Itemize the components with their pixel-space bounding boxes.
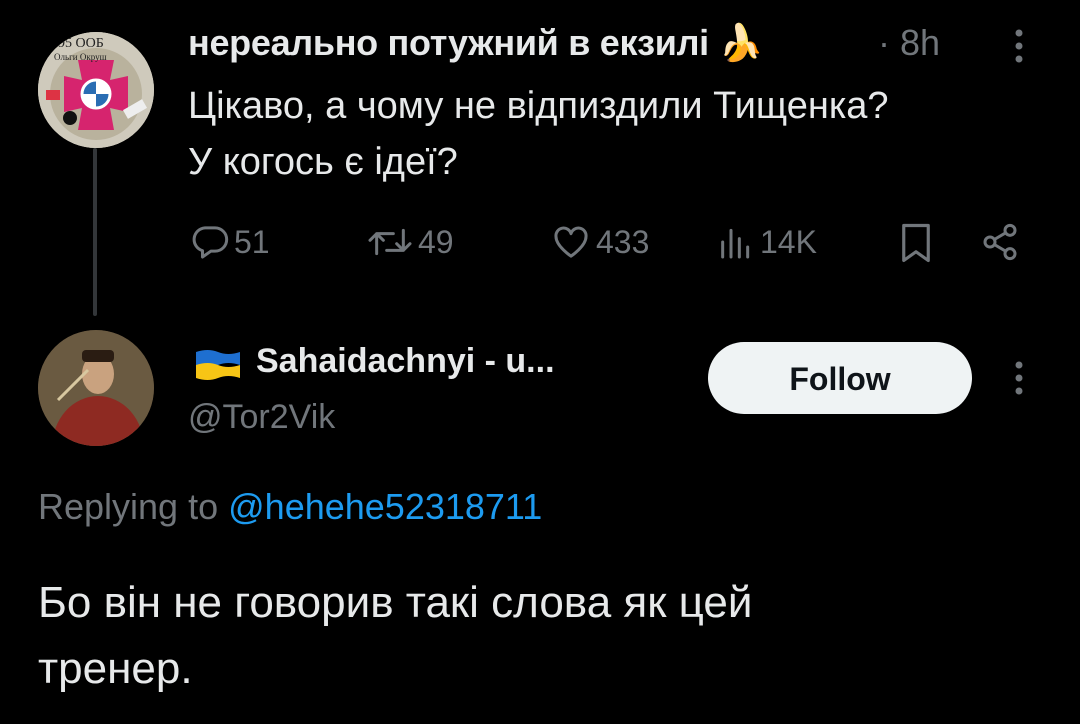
bookmark-icon <box>902 223 930 263</box>
follow-button[interactable]: Follow <box>708 342 972 414</box>
retweet-button[interactable]: 49 <box>366 222 454 262</box>
bookmark-button[interactable] <box>898 222 934 264</box>
reply-button[interactable]: 51 <box>190 222 270 262</box>
author-name[interactable]: Sahaidachnyi - u... <box>256 342 555 381</box>
mention-link[interactable]: @hehehe52318711 <box>228 486 542 527</box>
portrait-avatar-icon <box>38 330 154 446</box>
avatar-text: 95 ООБ <box>58 36 104 51</box>
retweet-count: 49 <box>418 223 454 260</box>
separator-dot: · <box>878 22 890 63</box>
tweet-text-line: Цікаво, а чому не відпиздили Тищенка? <box>188 85 889 127</box>
avatar-subtext: Ольги Окруш <box>54 52 107 62</box>
replying-to: Replying to @hehehe52318711 <box>38 486 542 528</box>
reply-icon <box>192 226 229 259</box>
retweet-icon <box>368 228 412 256</box>
more-options-icon[interactable] <box>1012 360 1026 401</box>
tweet-text-line: Бо він не говорив такі слова як цей <box>38 578 753 627</box>
ukraine-flag-icon <box>194 348 242 382</box>
tweet-text: Бо він не говорив такі слова як цей трен… <box>38 570 1038 702</box>
views-count: 14K <box>760 223 817 260</box>
tweet-time[interactable]: · 8h <box>878 22 940 64</box>
replying-to-label: Replying to <box>38 486 219 527</box>
like-button[interactable]: 433 <box>550 222 649 262</box>
avatar[interactable]: 95 ООБ Ольги Окруш <box>38 32 154 148</box>
views-button[interactable]: 14K <box>716 222 817 262</box>
reply-count: 51 <box>234 223 270 260</box>
banana-emoji: 🍌 <box>718 22 764 63</box>
author-handle[interactable]: @Tor2Vik <box>188 398 335 437</box>
author-name[interactable]: нереально потужний в екзилі 🍌 <box>188 22 763 64</box>
heart-icon <box>554 226 588 258</box>
share-button[interactable] <box>980 222 1020 262</box>
avatar[interactable] <box>38 330 154 446</box>
tweet-text: Цікаво, а чому не відпиздили Тищенка? У … <box>188 78 1048 190</box>
thread-connector <box>93 148 97 316</box>
more-options-icon[interactable] <box>1012 28 1026 69</box>
like-count: 433 <box>596 223 650 260</box>
share-icon <box>983 223 1017 261</box>
tweet-text-line: тренер. <box>38 644 193 693</box>
time-label: 8h <box>900 22 941 63</box>
author-name-text: нереально потужний в екзилі <box>188 22 709 63</box>
tweet-text-line: У когось є ідеї? <box>188 141 458 183</box>
views-chart-icon <box>721 228 750 259</box>
